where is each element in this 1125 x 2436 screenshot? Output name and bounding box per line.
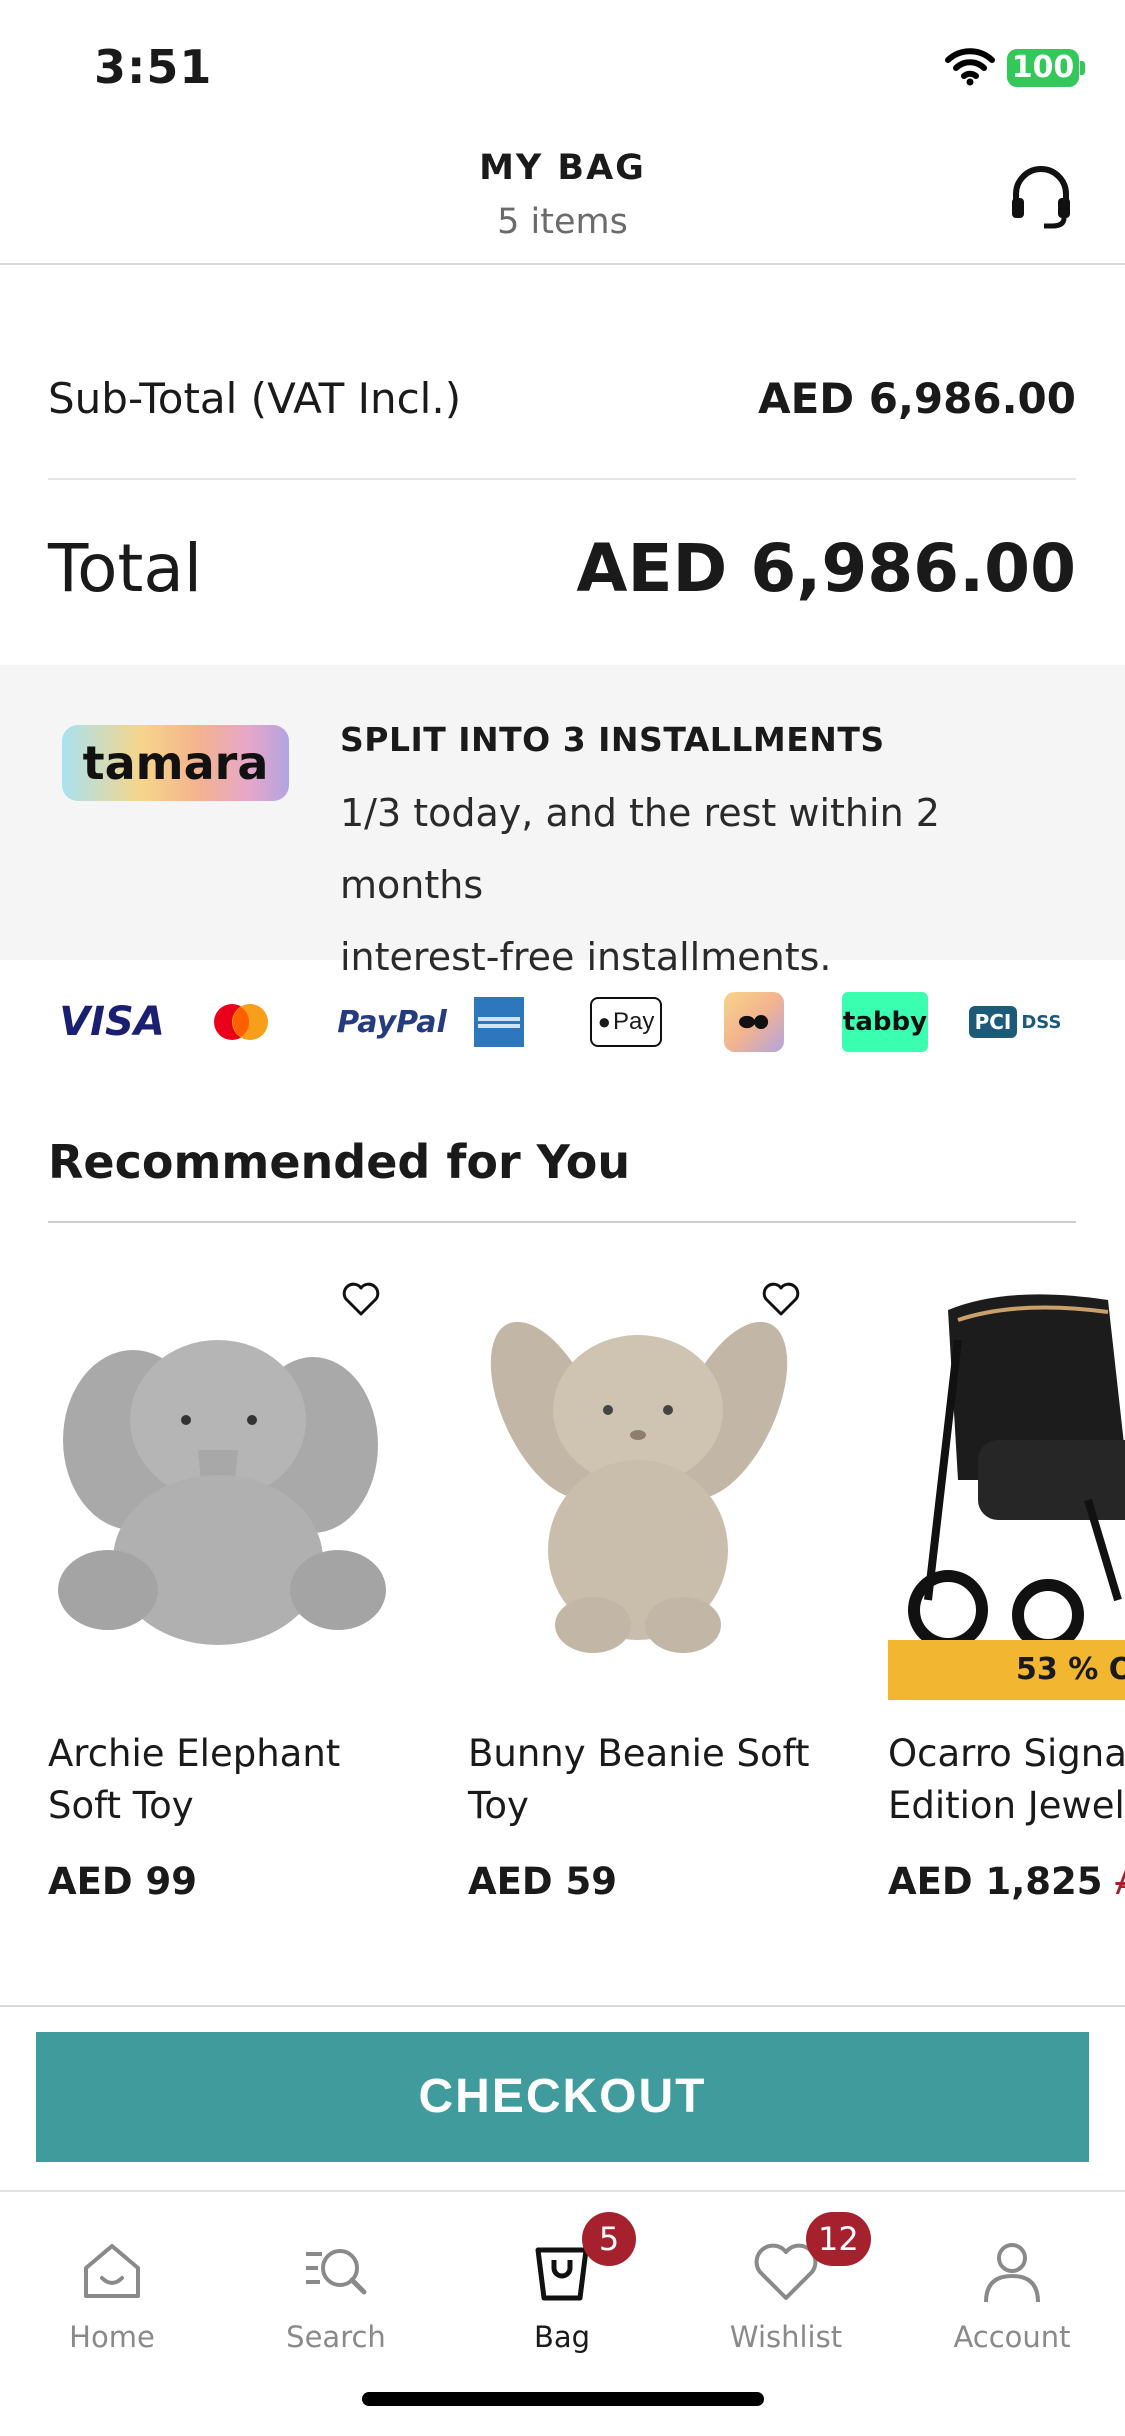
tab-label: Bag bbox=[533, 2320, 591, 2354]
amex-icon bbox=[474, 997, 524, 1047]
apple-pay-label: Pay bbox=[612, 1008, 655, 1035]
home-icon bbox=[84, 2244, 140, 2298]
home-indicator bbox=[362, 2392, 764, 2406]
bag-screen: 3:51 100 MY BAG 5 items Sub-Total (VAT I… bbox=[0, 0, 1125, 2436]
installments-description: 1/3 today, and the rest within 2 months … bbox=[340, 777, 1080, 993]
total-value: AED 6,986.00 bbox=[576, 530, 1076, 607]
subtotal-value: AED 6,986.00 bbox=[758, 374, 1076, 423]
search-icon bbox=[306, 2249, 367, 2295]
total-row: Total AED 6,986.00 bbox=[48, 480, 1076, 665]
status-bar: 3:51 100 bbox=[0, 0, 1125, 130]
wishlist-heart-icon[interactable] bbox=[760, 1278, 802, 1320]
bag-header: MY BAG 5 items bbox=[0, 130, 1125, 265]
subtotal-row: Sub-Total (VAT Incl.) AED 6,986.00 bbox=[48, 340, 1076, 480]
tab-search[interactable]: Search bbox=[246, 2212, 426, 2362]
tab-label: Wishlist bbox=[729, 2320, 843, 2354]
tamara-logo: tamara bbox=[62, 725, 289, 801]
tab-account[interactable]: Account bbox=[922, 2212, 1102, 2362]
tab-label: Account bbox=[953, 2320, 1071, 2354]
tab-home[interactable]: Home bbox=[22, 2212, 202, 2362]
account-icon bbox=[984, 2243, 1040, 2303]
product-card[interactable]: Archie Elephant Soft Toy AED 99 bbox=[48, 1250, 428, 1940]
discount-badge: 53 % Off bbox=[888, 1640, 1125, 1700]
product-card[interactable]: 53 % Off Ocarro Signature Edition Jewel … bbox=[888, 1250, 1125, 1940]
product-image bbox=[490, 1321, 788, 1653]
bag-count-badge: 5 bbox=[582, 2212, 636, 2266]
payment-methods: VISA PayPal ● Pay tabby PCI DSS bbox=[0, 970, 1125, 1070]
installments-heading: SPLIT INTO 3 INSTALLMENTS bbox=[340, 720, 885, 759]
tabby-icon: tabby bbox=[842, 992, 928, 1052]
product-image bbox=[58, 1340, 386, 1645]
apple-pay-icon: ● Pay bbox=[590, 997, 662, 1047]
total-label: Total bbox=[48, 530, 203, 607]
status-time: 3:51 bbox=[94, 40, 213, 94]
recommended-title: Recommended for You bbox=[48, 1135, 631, 1189]
apple-glyph: ● bbox=[597, 1009, 611, 1034]
product-card[interactable]: Bunny Beanie Soft Toy AED 59 bbox=[468, 1250, 848, 1940]
product-image bbox=[908, 1294, 1125, 1651]
product-name: Archie Elephant Soft Toy bbox=[48, 1732, 341, 1827]
installments-line-1: 1/3 today, and the rest within 2 months bbox=[340, 791, 940, 907]
product-old-price: AED bbox=[1115, 1864, 1125, 1902]
recommended-carousel[interactable]: Archie Elephant Soft Toy AED 99 Bunny Be… bbox=[0, 1250, 1125, 1940]
product-price: AED 99 bbox=[48, 1860, 197, 1903]
headset-icon[interactable] bbox=[1006, 162, 1076, 232]
tamara-icon bbox=[724, 992, 784, 1052]
product-name: Bunny Beanie Soft Toy bbox=[468, 1732, 810, 1827]
tamara-installments-banner[interactable]: tamara SPLIT INTO 3 INSTALLMENTS 1/3 tod… bbox=[0, 665, 1125, 979]
wishlist-count-badge: 12 bbox=[806, 2212, 871, 2266]
pci-mark: PCI bbox=[968, 1006, 1018, 1038]
battery-nub bbox=[1080, 61, 1085, 75]
tab-label: Search bbox=[286, 2320, 386, 2354]
visa-icon: VISA bbox=[59, 999, 165, 1045]
checkout-area: CHECKOUT bbox=[0, 2005, 1125, 2190]
tab-wishlist[interactable]: 12 Wishlist bbox=[696, 2212, 876, 2362]
product-sale-price: AED 1,825 bbox=[888, 1860, 1103, 1903]
wifi-icon bbox=[945, 48, 995, 86]
paypal-icon: PayPal bbox=[337, 1004, 447, 1040]
wishlist-heart-icon[interactable] bbox=[340, 1278, 382, 1320]
item-count: 5 items bbox=[497, 202, 628, 242]
page-title: MY BAG bbox=[479, 148, 646, 188]
pci-dss-icon: PCI DSS bbox=[967, 992, 1063, 1052]
recommended-divider bbox=[48, 1221, 1076, 1223]
product-price: AED 1,825 AED bbox=[888, 1860, 1125, 1903]
tab-bag[interactable]: 5 Bag bbox=[472, 2212, 652, 2362]
tab-label: Home bbox=[69, 2320, 155, 2354]
battery-indicator: 100 bbox=[1007, 49, 1079, 87]
pci-label: DSS bbox=[1021, 1011, 1062, 1033]
product-name: Ocarro Signature Edition Jewel - bbox=[888, 1732, 1125, 1827]
subtotal-label: Sub-Total (VAT Incl.) bbox=[48, 374, 462, 423]
checkout-button[interactable]: CHECKOUT bbox=[36, 2032, 1089, 2162]
product-price: AED 59 bbox=[468, 1860, 617, 1903]
mastercard-icon bbox=[214, 1004, 268, 1040]
